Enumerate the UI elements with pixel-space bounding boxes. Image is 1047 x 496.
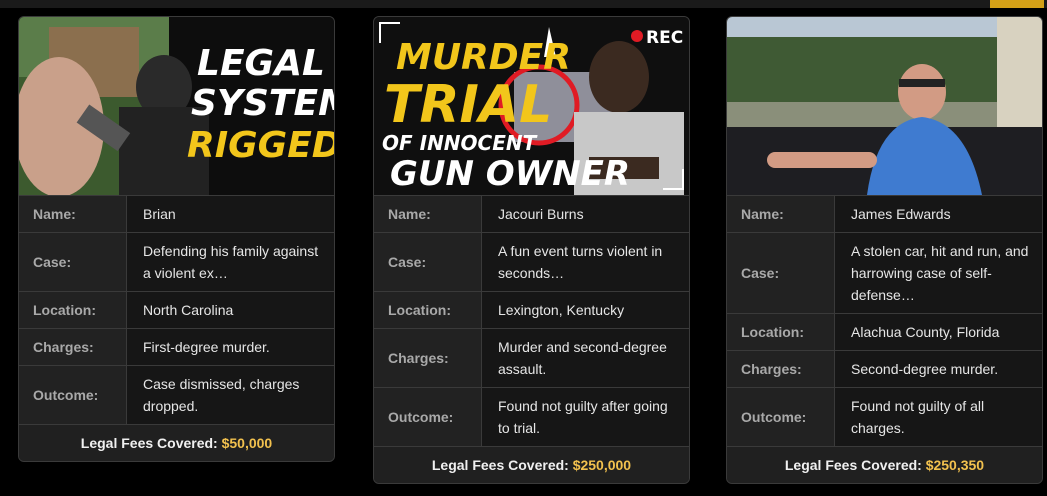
case-details-table: Name: Brian Case: Defending his family aga… [19, 195, 334, 424]
label-charges: Charges: [727, 350, 835, 388]
thumbnail-image: REC MURDER TRIAL OF INNOCENT GUN OWNER [374, 17, 689, 195]
thumb-line-4: GUN OWNER [390, 154, 630, 194]
value-outcome: Found not guilty after going to trial. [481, 387, 689, 446]
case-thumbnail[interactable]: REC MURDER TRIAL OF INNOCENT GUN OWNER [374, 17, 689, 195]
fees-label: Legal Fees Covered: [784, 457, 922, 473]
case-card-james-edwards[interactable]: Name: James Edwards Case: A stolen car, hi… [726, 16, 1043, 484]
label-case: Case: [19, 232, 127, 292]
row-outcome: Outcome: Case dismissed, charges dropped. [19, 365, 334, 424]
row-charges: Charges: Murder and second-degree assault… [374, 328, 689, 388]
fees-label: Legal Fees Covered: [431, 457, 569, 473]
label-charges: Charges: [19, 328, 127, 366]
value-case: A fun event turns violent in seconds… [481, 232, 689, 292]
thumb-line-3: OF INNOCENT [382, 131, 538, 155]
accent-tab[interactable] [990, 0, 1044, 8]
value-location: Lexington, Kentucky [481, 291, 689, 329]
value-name: James Edwards [834, 195, 1042, 233]
label-location: Location: [19, 291, 127, 329]
thumb-line-2: SYSTEM [191, 83, 334, 124]
label-outcome: Outcome: [374, 387, 482, 446]
fees-footer: Legal Fees Covered: $250,000 [374, 446, 689, 483]
label-name: Name: [19, 195, 127, 233]
fees-amount: $250,000 [572, 457, 632, 473]
value-name: Jacouri Burns [481, 195, 689, 233]
label-location: Location: [727, 313, 835, 351]
row-name: Name: Brian [19, 195, 334, 233]
rec-dot [631, 30, 643, 42]
row-outcome: Outcome: Found not guilty of all charges. [727, 387, 1042, 446]
case-thumbnail[interactable] [727, 17, 1042, 195]
fees-amount: $50,000 [221, 435, 273, 451]
value-case: Defending his family against a violent e… [126, 232, 334, 292]
rec-label: REC [646, 28, 683, 48]
row-location: Location: Alachua County, Florida [727, 313, 1042, 351]
row-location: Location: North Carolina [19, 291, 334, 329]
label-case: Case: [374, 232, 482, 292]
label-charges: Charges: [374, 328, 482, 388]
thumb-line-3: RIGGED? [187, 125, 334, 166]
thumbnail-image [727, 17, 1042, 195]
case-card-jacouri-burns[interactable]: REC MURDER TRIAL OF INNOCENT GUN OWNER N… [373, 16, 690, 484]
label-case: Case: [727, 232, 835, 314]
value-outcome: Case dismissed, charges dropped. [126, 365, 334, 424]
row-case: Case: A fun event turns violent in second… [374, 232, 689, 292]
value-outcome: Found not guilty of all charges. [834, 387, 1042, 446]
row-location: Location: Lexington, Kentucky [374, 291, 689, 329]
row-outcome: Outcome: Found not guilty after going to … [374, 387, 689, 446]
fees-footer: Legal Fees Covered: $250,350 [727, 446, 1042, 483]
row-charges: Charges: Second-degree murder. [727, 350, 1042, 388]
label-location: Location: [374, 291, 482, 329]
case-details-table: Name: Jacouri Burns Case: A fun event turn… [374, 195, 689, 446]
label-outcome: Outcome: [19, 365, 127, 424]
value-location: Alachua County, Florida [834, 313, 1042, 351]
value-charges: First-degree murder. [126, 328, 334, 366]
row-name: Name: James Edwards [727, 195, 1042, 233]
thumbnail-image: LEGAL SYSTEM RIGGED? [19, 17, 334, 195]
value-charges: Murder and second-degree assault. [481, 328, 689, 388]
label-name: Name: [374, 195, 482, 233]
top-bar [0, 0, 1047, 8]
thumb-line-2: TRIAL [384, 75, 552, 135]
thumb-line-1: LEGAL [197, 43, 325, 84]
row-case: Case: Defending his family against a viol… [19, 232, 334, 292]
value-location: North Carolina [126, 291, 334, 329]
case-details-table: Name: James Edwards Case: A stolen car, hi… [727, 195, 1042, 446]
case-thumbnail[interactable]: LEGAL SYSTEM RIGGED? [19, 17, 334, 195]
fees-amount: $250,350 [925, 457, 985, 473]
row-case: Case: A stolen car, hit and run, and harr… [727, 232, 1042, 314]
thumb-line-1: MURDER [396, 37, 571, 78]
row-charges: Charges: First-degree murder. [19, 328, 334, 366]
fees-label: Legal Fees Covered: [80, 435, 218, 451]
label-name: Name: [727, 195, 835, 233]
value-case: A stolen car, hit and run, and harrowing… [834, 232, 1042, 314]
row-name: Name: Jacouri Burns [374, 195, 689, 233]
fees-footer: Legal Fees Covered: $50,000 [19, 424, 334, 461]
value-charges: Second-degree murder. [834, 350, 1042, 388]
value-name: Brian [126, 195, 334, 233]
label-outcome: Outcome: [727, 387, 835, 446]
case-card-brian[interactable]: LEGAL SYSTEM RIGGED? Name:Brian Case:Def… [18, 16, 335, 462]
